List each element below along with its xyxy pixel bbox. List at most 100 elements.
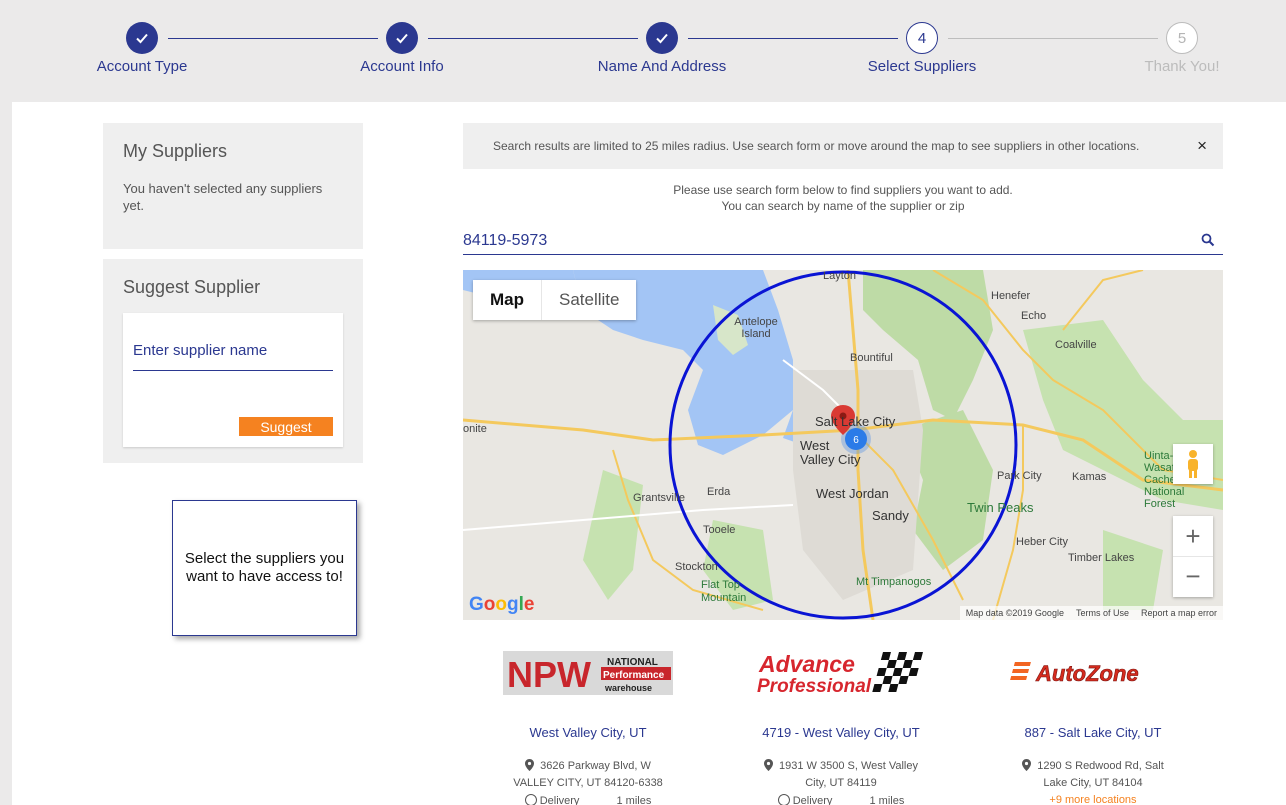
map-place: Erda: [707, 486, 731, 498]
delivery-info: Delivery 1 miles: [468, 794, 708, 805]
search-field: [463, 228, 1223, 255]
step-account-type[interactable]: Account Type: [52, 22, 232, 75]
main-content: My Suppliers You haven't selected any su…: [12, 102, 1286, 805]
map-place: Coalville: [1055, 339, 1097, 351]
map-place: onite: [463, 423, 487, 435]
search-help-line: You can search by name of the supplier o…: [721, 199, 965, 213]
map-attribution: Map data ©2019 Google: [965, 608, 1064, 618]
distance: 1 miles: [869, 795, 905, 805]
supplier-name[interactable]: 887 - Salt Lake City, UT: [973, 725, 1213, 740]
supplier-address: 1290 S Redwood Rd, Salt Lake City, UT 84…: [973, 758, 1213, 792]
map-place: Tooele: [703, 524, 736, 536]
map-place: Antelope Island: [734, 316, 778, 340]
step-label: Select Suppliers: [867, 58, 977, 75]
suggest-button[interactable]: Suggest: [239, 417, 333, 436]
address-line: 1290 S Redwood Rd, Salt: [1037, 760, 1164, 772]
supplier-address: 1931 W 3500 S, West Valley City, UT 8411…: [721, 758, 961, 792]
search-icon[interactable]: [1201, 233, 1215, 252]
map-place: Grantsville: [633, 492, 685, 504]
satellite-tab[interactable]: Satellite: [541, 280, 636, 320]
empty-suppliers-text: You haven't selected any suppliers yet.: [123, 181, 323, 213]
step-thank-you: 5 Thank You!: [1092, 22, 1272, 75]
suggest-supplier-panel: Suggest Supplier Suggest: [103, 259, 363, 463]
map-place: Park City: [997, 470, 1042, 482]
map-place: Sandy: [872, 508, 909, 523]
step-number: 4: [906, 22, 938, 54]
clock-icon: [777, 794, 790, 805]
step-label: Thank You!: [1144, 58, 1220, 75]
advance-professional-logo: Advance Professional: [721, 647, 961, 699]
info-banner-text: Search results are limited to 25 miles r…: [493, 139, 1140, 153]
terms-link[interactable]: Terms of Use: [1076, 608, 1129, 618]
map-place: Kamas: [1072, 471, 1107, 483]
zoom-control: + −: [1173, 516, 1213, 597]
search-help: Please use search form below to find sup…: [463, 182, 1223, 214]
map-place: Heber City: [1016, 536, 1068, 548]
address-line: Lake City, UT 84104: [1043, 777, 1143, 789]
distance: 1 miles: [616, 795, 652, 805]
delivery-label: Delivery: [792, 795, 833, 805]
npw-logo: NPW NATIONAL Performance warehouse: [468, 647, 708, 699]
map-place: Twin Peaks: [967, 500, 1034, 515]
supplier-address: 3626 Parkway Blvd, W VALLEY CITY, UT 841…: [468, 758, 708, 792]
zoom-in-button[interactable]: +: [1173, 517, 1213, 557]
supplier-name[interactable]: 4719 - West Valley City, UT: [721, 725, 961, 740]
map-place: Mt Timpanogos: [856, 576, 932, 588]
location-pin-icon: [1022, 759, 1032, 771]
my-suppliers-panel: My Suppliers You haven't selected any su…: [103, 123, 363, 249]
supplier-map[interactable]: 6 Layton Henefer Echo Antelope Island Bo…: [463, 270, 1223, 620]
map-type-toggle: Map Satellite: [473, 280, 637, 320]
check-icon: [386, 22, 418, 54]
progress-stepper: Account Type Account Info Name And Addre…: [0, 0, 1286, 102]
street-view-pegman-icon[interactable]: [1173, 444, 1213, 484]
step-name-and-address[interactable]: Name And Address: [572, 22, 752, 75]
autozone-logo: AutoZone: [973, 647, 1213, 699]
close-icon[interactable]: ×: [1197, 136, 1207, 156]
location-pin-icon: [525, 759, 535, 771]
map-place: Henefer: [991, 290, 1031, 302]
step-label: Name And Address: [597, 58, 727, 75]
map-place: Flat Top Mountain: [701, 579, 747, 604]
map-place: Echo: [1021, 310, 1047, 322]
help-tooltip: Select the suppliers you want to have ac…: [172, 500, 357, 636]
step-label: Account Type: [96, 58, 188, 75]
clock-icon: [524, 794, 537, 805]
search-help-line: Please use search form below to find sup…: [673, 183, 1013, 197]
map-tab[interactable]: Map: [473, 280, 541, 320]
check-icon: [646, 22, 678, 54]
info-banner: Search results are limited to 25 miles r…: [463, 123, 1223, 169]
map-place: Layton: [823, 270, 857, 282]
svg-text:Advance: Advance: [758, 651, 855, 677]
map-place: Stockton: [675, 561, 718, 573]
delivery-info: Delivery 1 miles: [721, 794, 961, 805]
check-icon: [126, 22, 158, 54]
supplier-name-input[interactable]: [133, 331, 333, 371]
step-account-info[interactable]: Account Info: [312, 22, 492, 75]
panel-title: My Suppliers: [123, 141, 228, 161]
supplier-search-input[interactable]: [463, 228, 1183, 254]
map-place: West Jordan: [816, 486, 889, 501]
svg-text:NPW: NPW: [507, 654, 591, 695]
svg-text:NATIONAL: NATIONAL: [607, 657, 658, 668]
map-place: Salt Lake City: [815, 414, 896, 429]
supplier-card[interactable]: Advance Professional 4719 - West Valley …: [721, 647, 961, 805]
address-line: 3626 Parkway Blvd, W: [540, 760, 651, 772]
step-label: Account Info: [360, 58, 444, 75]
supplier-card[interactable]: AutoZone 887 - Salt Lake City, UT 1290 S…: [973, 647, 1213, 805]
map-place: Bountiful: [850, 352, 893, 364]
map-place: West Valley City: [800, 438, 861, 467]
google-logo: Google: [469, 594, 535, 615]
supplier-name[interactable]: West Valley City, UT: [468, 725, 708, 740]
svg-text:AutoZone: AutoZone: [1035, 661, 1139, 686]
address-line: 1931 W 3500 S, West Valley: [779, 760, 918, 772]
svg-text:Professional: Professional: [757, 676, 872, 696]
step-select-suppliers: 4 Select Suppliers: [832, 22, 1012, 75]
map-place: Timber Lakes: [1068, 552, 1135, 564]
report-map-error-link[interactable]: Report a map error: [1141, 608, 1217, 618]
svg-text:Performance: Performance: [603, 670, 665, 681]
address-line: City, UT 84119: [805, 777, 877, 789]
more-locations-link[interactable]: +9 more locations: [973, 794, 1213, 805]
zoom-out-button[interactable]: −: [1173, 557, 1213, 597]
location-pin-icon: [764, 759, 773, 771]
supplier-card[interactable]: NPW NATIONAL Performance warehouse West …: [468, 647, 708, 805]
